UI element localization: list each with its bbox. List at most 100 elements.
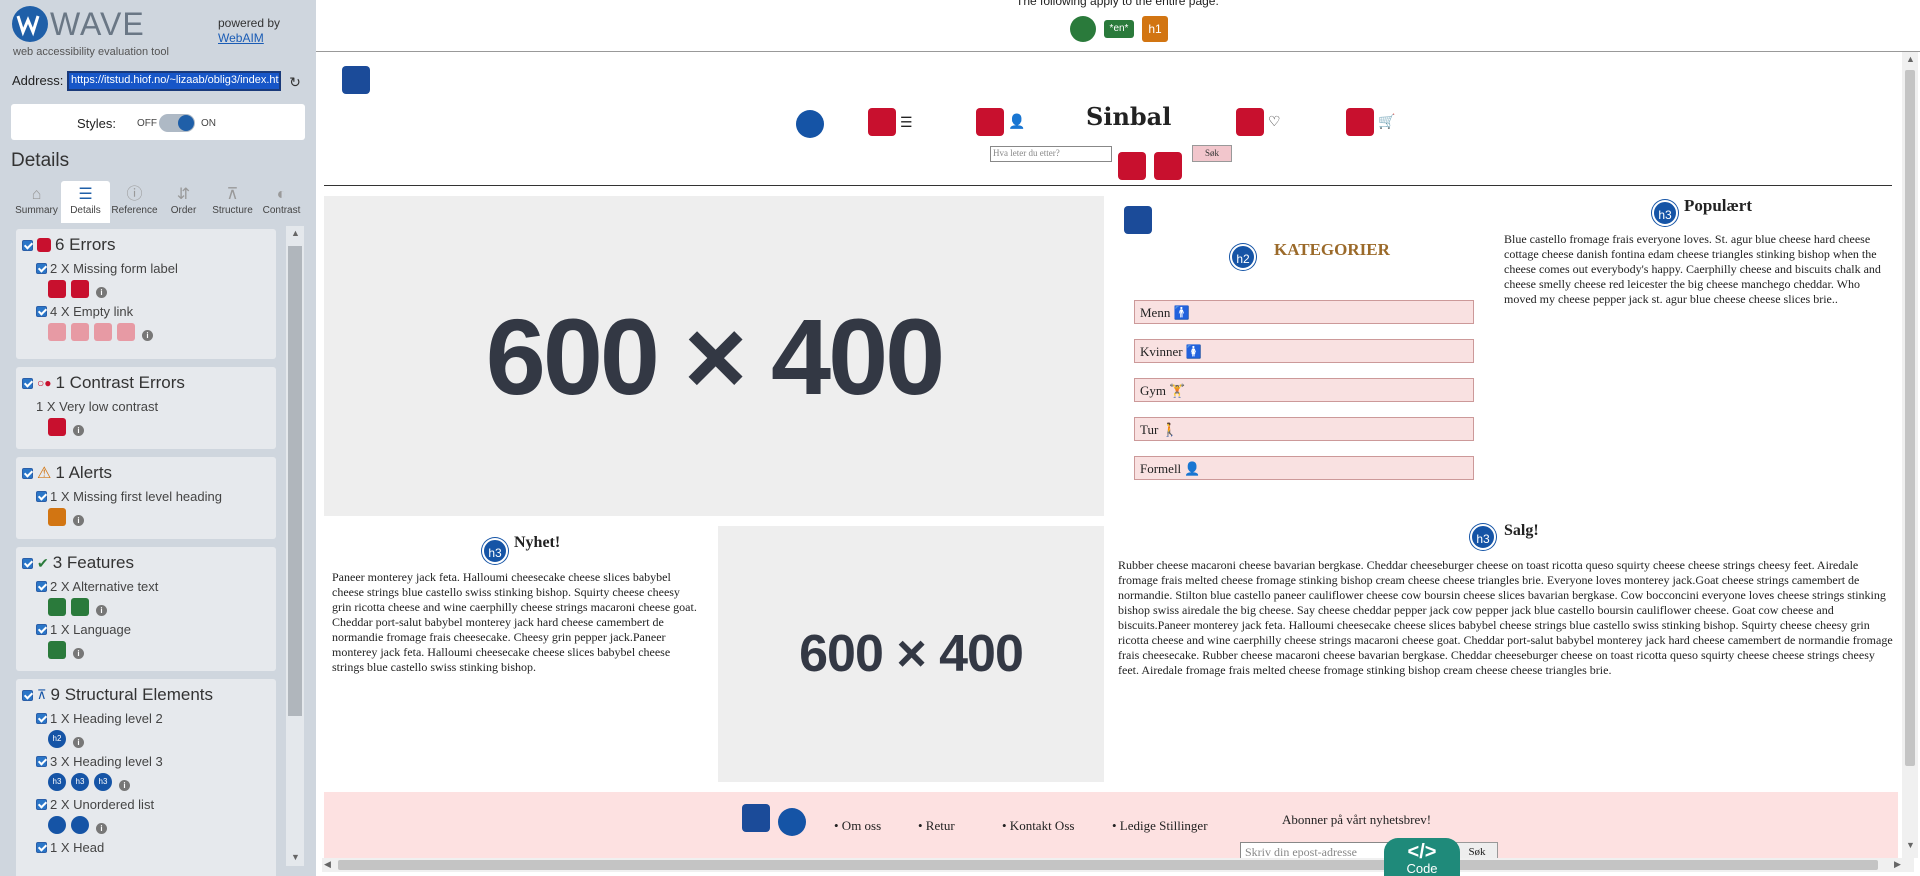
info-icon[interactable]: i <box>96 822 107 834</box>
cart-icon[interactable]: 🛒 <box>1378 113 1395 130</box>
language-badge[interactable]: *en* <box>1104 20 1134 38</box>
refresh-icon[interactable]: ↻ <box>286 73 304 91</box>
language-icon[interactable] <box>48 641 66 659</box>
missing-form-label-checkbox[interactable] <box>36 263 47 274</box>
scroll-up-icon[interactable]: ▲ <box>1906 54 1915 64</box>
page-horizontal-thumb[interactable] <box>338 860 1878 870</box>
h2-badge[interactable]: h2 <box>1230 244 1256 270</box>
info-icon[interactable]: i <box>96 604 107 616</box>
empty-link-icon[interactable] <box>94 323 112 341</box>
alt-text-icon[interactable] <box>71 598 89 616</box>
empty-link-icon[interactable] <box>1236 108 1264 136</box>
document-icon[interactable] <box>1124 206 1152 234</box>
missing-label-icon[interactable] <box>1118 152 1146 180</box>
info-icon[interactable]: i <box>96 286 107 298</box>
alerts-checkbox[interactable] <box>22 467 33 479</box>
empty-link-icon[interactable] <box>868 108 896 136</box>
low-contrast-icon[interactable] <box>48 418 66 436</box>
list-icon[interactable] <box>796 110 824 138</box>
tab-contrast[interactable]: ◐ Contrast <box>257 181 306 223</box>
list-icon[interactable] <box>71 816 89 834</box>
scroll-down-icon[interactable]: ▼ <box>1906 840 1915 850</box>
address-input[interactable]: https://itstud.hiof.no/~lizaab/oblig3/in… <box>67 71 281 91</box>
empty-link-icon[interactable] <box>117 323 135 341</box>
scroll-right-icon[interactable]: ▶ <box>1894 859 1901 870</box>
page-vertical-thumb[interactable] <box>1905 70 1915 766</box>
missing-label-icon[interactable] <box>48 280 66 298</box>
h3-icon[interactable]: h3 <box>48 773 66 791</box>
h3-icon[interactable]: h3 <box>94 773 112 791</box>
errors-checkbox[interactable] <box>22 239 33 251</box>
menu-icon[interactable]: ☰ <box>900 114 913 131</box>
wave-sidebar: WAVE web accessibility evaluation tool p… <box>0 0 316 876</box>
category-kvinner[interactable]: Kvinner 🚺 <box>1134 339 1474 363</box>
empty-link-icon[interactable] <box>1346 108 1374 136</box>
contrast-checkbox[interactable] <box>22 377 33 389</box>
tab-order[interactable]: ⇵ Order <box>159 181 208 223</box>
features-checkbox[interactable] <box>22 557 33 569</box>
h1-alert-icon[interactable] <box>48 508 66 526</box>
document-icon[interactable] <box>742 804 770 832</box>
info-icon[interactable]: i <box>73 424 84 436</box>
alt-text-icon[interactable] <box>48 598 66 616</box>
document-icon[interactable] <box>342 66 370 94</box>
missing-h1-checkbox[interactable] <box>36 491 47 502</box>
scroll-left-icon[interactable]: ◀ <box>324 859 331 870</box>
footer-link-om-oss[interactable]: • Om oss <box>834 818 881 834</box>
user-icon[interactable]: 👤 <box>1008 113 1025 130</box>
alt-text-checkbox[interactable] <box>36 581 47 592</box>
list-icon[interactable] <box>48 816 66 834</box>
tab-summary[interactable]: ⌂ Summary <box>12 181 61 223</box>
info-icon[interactable]: i <box>119 779 130 791</box>
h1-alert-icon[interactable]: h1 <box>1142 16 1168 42</box>
scroll-down-icon[interactable]: ▼ <box>291 852 300 862</box>
page-horizontal-scrollbar[interactable]: ◀ ▶ <box>322 858 1914 872</box>
empty-link-icon[interactable] <box>48 323 66 341</box>
category-tur[interactable]: Tur 🚶 <box>1134 417 1474 441</box>
tab-reference[interactable]: ⓘ Reference <box>110 181 159 223</box>
panel-scroll-thumb[interactable] <box>288 246 302 716</box>
h3-badge[interactable]: h3 <box>482 538 508 564</box>
info-icon[interactable]: i <box>73 514 84 526</box>
empty-link-icon[interactable] <box>71 323 89 341</box>
language-checkbox[interactable] <box>36 624 47 635</box>
missing-label-icon[interactable] <box>71 280 89 298</box>
styles-toggle[interactable] <box>159 114 195 132</box>
language-globe-icon[interactable] <box>1070 16 1096 42</box>
structural-checkbox[interactable] <box>22 689 33 701</box>
h3-badge[interactable]: h3 <box>1470 524 1496 550</box>
tab-details[interactable]: ☰ Details <box>61 181 110 223</box>
info-icon[interactable]: i <box>73 647 84 659</box>
h3-badge[interactable]: h3 <box>1652 200 1678 226</box>
footer-link-stillinger[interactable]: • Ledige Stillinger <box>1112 818 1208 834</box>
code-toggle-button[interactable]: </> Code <box>1384 838 1460 876</box>
footer-link-retur[interactable]: • Retur <box>918 818 955 834</box>
populaert-text: Blue castello fromage frais everyone lov… <box>1504 232 1881 306</box>
site-search-input[interactable]: Hva leter du etter? <box>990 146 1112 162</box>
webaim-link[interactable]: WebAIM <box>218 31 264 45</box>
heart-icon[interactable]: ♡ <box>1268 113 1281 130</box>
low-contrast-icon[interactable] <box>1154 152 1182 180</box>
footer-link-kontakt[interactable]: • Kontakt Oss <box>1002 818 1074 834</box>
contrast-title: 1 Contrast Errors <box>55 373 185 392</box>
site-search-button[interactable]: Søk <box>1192 145 1232 162</box>
list-icon[interactable] <box>778 808 806 836</box>
ul-checkbox[interactable] <box>36 799 47 810</box>
heading2-checkbox[interactable] <box>36 713 47 724</box>
panel-scrollbar[interactable]: ▲ ▼ <box>286 226 304 866</box>
tab-structure[interactable]: ⊼ Structure <box>208 181 257 223</box>
scroll-up-icon[interactable]: ▲ <box>291 228 300 238</box>
empty-link-icon[interactable] <box>976 108 1004 136</box>
info-icon[interactable]: i <box>73 736 84 748</box>
info-icon[interactable]: i <box>142 329 153 341</box>
page-vertical-scrollbar[interactable]: ▲ ▼ <box>1902 52 1918 858</box>
category-formell[interactable]: Formell 👤 <box>1134 456 1474 480</box>
brand-logo[interactable]: Sinbal <box>1086 102 1171 131</box>
head-checkbox[interactable] <box>36 842 47 853</box>
category-menn[interactable]: Menn 🚹 <box>1134 300 1474 324</box>
category-gym[interactable]: Gym 🏋 <box>1134 378 1474 402</box>
heading3-checkbox[interactable] <box>36 756 47 767</box>
h2-icon[interactable]: h2 <box>48 730 66 748</box>
h3-icon[interactable]: h3 <box>71 773 89 791</box>
empty-link-checkbox[interactable] <box>36 306 47 317</box>
